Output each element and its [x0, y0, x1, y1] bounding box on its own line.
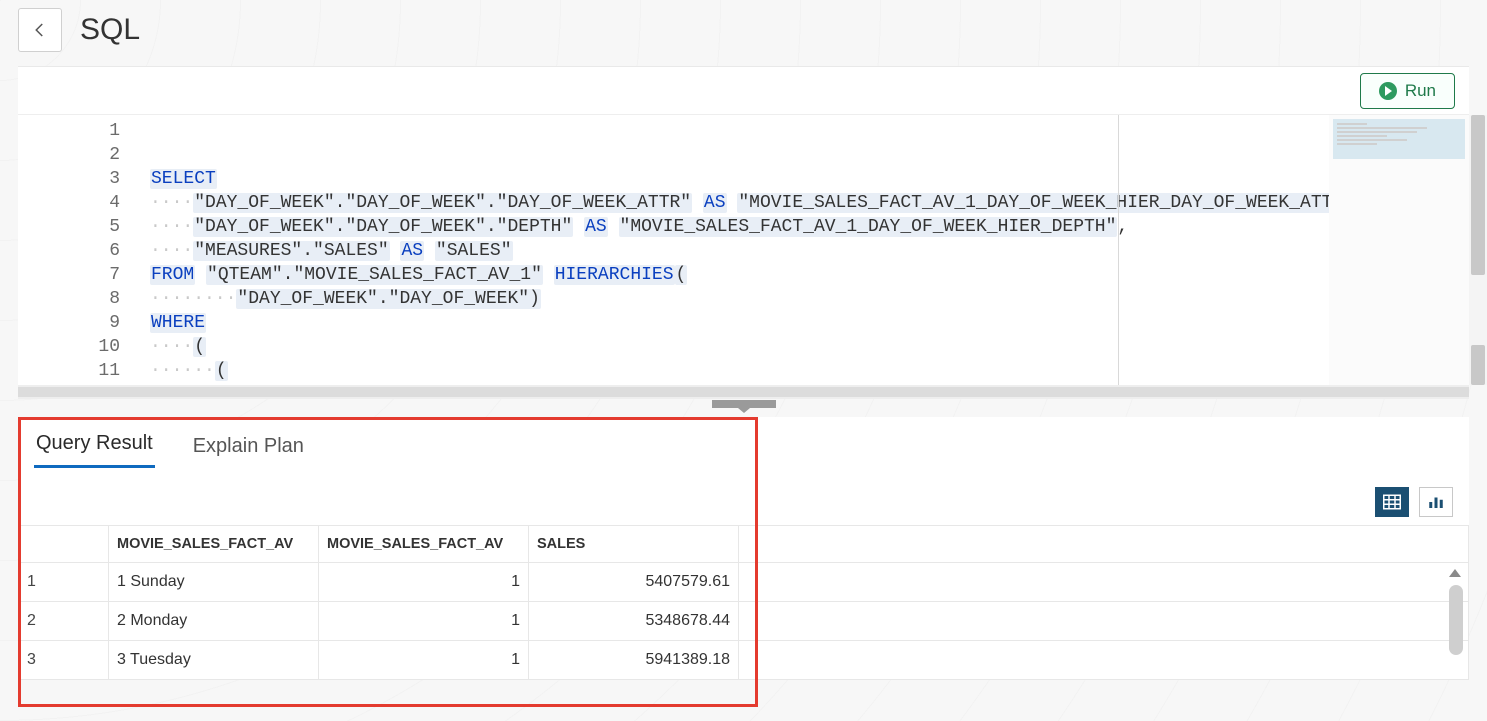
grip-icon	[712, 400, 776, 408]
cell-sales: 5941389.18	[529, 641, 739, 680]
cell-attr: 3 Tuesday	[109, 641, 319, 680]
cell-sales: 5407579.61	[529, 563, 739, 602]
tab-explain-plan[interactable]: Explain Plan	[191, 425, 306, 468]
results-header-row: MOVIE_SALES_FACT_AV MOVIE_SALES_FACT_AV …	[19, 526, 1469, 563]
arrow-left-icon	[31, 21, 49, 39]
play-icon	[1379, 82, 1397, 100]
code-editor[interactable]: 1234567891011 SELECT····"DAY_OF_WEEK"."D…	[18, 115, 1469, 385]
line-number: 5	[18, 215, 120, 239]
line-number: 8	[18, 287, 120, 311]
line-number: 9	[18, 311, 120, 335]
line-number-gutter: 1234567891011	[18, 115, 138, 385]
results-toolbar	[18, 469, 1469, 525]
cell-depth: 1	[319, 602, 529, 641]
cell-spacer	[739, 641, 1469, 680]
scrollbar-thumb[interactable]	[1471, 345, 1485, 385]
code-line[interactable]: SELECT	[150, 167, 1329, 191]
table-row[interactable]: 22 Monday15348678.44	[19, 602, 1469, 641]
code-line[interactable]: ····(	[150, 335, 1329, 359]
results-grid[interactable]: MOVIE_SALES_FACT_AV MOVIE_SALES_FACT_AV …	[18, 525, 1469, 680]
line-number: 1	[18, 119, 120, 143]
column-header-depth[interactable]: MOVIE_SALES_FACT_AV	[319, 526, 529, 563]
row-number: 1	[19, 563, 109, 602]
table-icon	[1383, 494, 1401, 510]
sql-editor-panel: Run 1234567891011 SELECT····"DAY_OF_WEEK…	[18, 66, 1469, 385]
chart-view-button[interactable]	[1419, 487, 1453, 517]
scrollbar-thumb[interactable]	[1471, 115, 1485, 275]
table-row[interactable]: 11 Sunday15407579.61	[19, 563, 1469, 602]
results-panel: Query Result Explain Plan	[18, 417, 1469, 680]
cell-spacer	[739, 563, 1469, 602]
cell-attr: 2 Monday	[109, 602, 319, 641]
scrollbar-thumb[interactable]	[18, 387, 1469, 397]
row-number: 3	[19, 641, 109, 680]
code-line[interactable]: ····"DAY_OF_WEEK"."DAY_OF_WEEK"."DEPTH" …	[150, 215, 1329, 239]
editor-vertical-scrollbar[interactable]	[1469, 115, 1487, 385]
line-number: 7	[18, 263, 120, 287]
results-tabs: Query Result Explain Plan	[18, 417, 1469, 469]
table-view-button[interactable]	[1375, 487, 1409, 517]
column-header-rownum[interactable]	[19, 526, 109, 563]
column-header-spacer	[739, 526, 1469, 563]
code-line[interactable]: ····"MEASURES"."SALES" AS "SALES"	[150, 239, 1329, 263]
line-number: 3	[18, 167, 120, 191]
code-line[interactable]: ········"DAY_OF_WEEK"."DAY_OF_WEEK")	[150, 287, 1329, 311]
back-button[interactable]	[18, 8, 62, 52]
line-number: 11	[18, 359, 120, 383]
scroll-up-icon[interactable]	[1449, 569, 1461, 577]
code-line[interactable]: ····"DAY_OF_WEEK"."DAY_OF_WEEK"."DAY_OF_…	[150, 191, 1329, 215]
line-number: 4	[18, 191, 120, 215]
cell-attr: 1 Sunday	[109, 563, 319, 602]
minimap[interactable]	[1329, 115, 1469, 385]
editor-toolbar: Run	[18, 67, 1469, 115]
row-number: 2	[19, 602, 109, 641]
bar-chart-icon	[1427, 494, 1445, 510]
editor-horizontal-scrollbar[interactable]	[18, 385, 1469, 399]
line-number: 10	[18, 335, 120, 359]
column-ruler	[1118, 115, 1119, 385]
line-number: 6	[18, 239, 120, 263]
tab-query-result[interactable]: Query Result	[34, 422, 155, 468]
page-title: SQL	[80, 13, 140, 47]
results-vertical-scrollbar[interactable]	[1449, 585, 1463, 655]
code-line[interactable]: FROM "QTEAM"."MOVIE_SALES_FACT_AV_1" HIE…	[150, 263, 1329, 287]
cell-sales: 5348678.44	[529, 602, 739, 641]
page-header: SQL	[0, 0, 1487, 60]
cell-spacer	[739, 602, 1469, 641]
column-header-sales[interactable]: SALES	[529, 526, 739, 563]
run-button-label: Run	[1405, 81, 1436, 101]
line-number: 2	[18, 143, 120, 167]
cell-depth: 1	[319, 563, 529, 602]
table-row[interactable]: 33 Tuesday15941389.18	[19, 641, 1469, 680]
run-button[interactable]: Run	[1360, 73, 1455, 109]
code-area[interactable]: SELECT····"DAY_OF_WEEK"."DAY_OF_WEEK"."D…	[138, 115, 1329, 385]
column-header-attr[interactable]: MOVIE_SALES_FACT_AV	[109, 526, 319, 563]
panel-resize-handle[interactable]	[0, 399, 1487, 409]
code-line[interactable]: WHERE	[150, 311, 1329, 335]
cell-depth: 1	[319, 641, 529, 680]
code-line[interactable]: ······(	[150, 359, 1329, 383]
